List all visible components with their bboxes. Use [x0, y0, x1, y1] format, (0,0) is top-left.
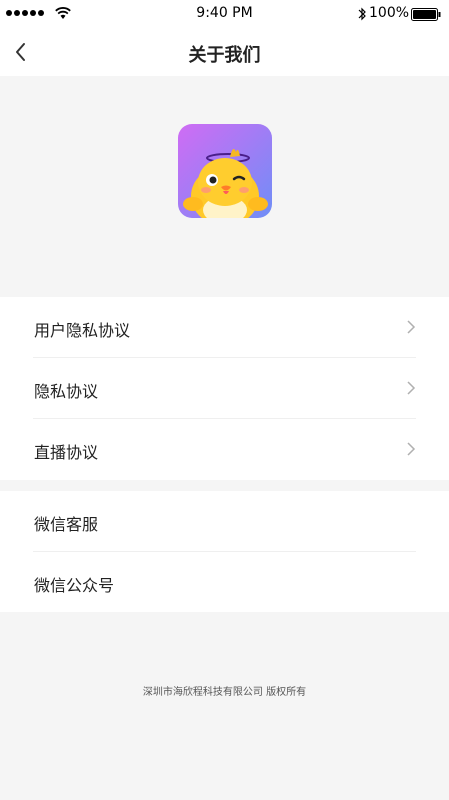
menu-item-label: 隐私协议 [34, 382, 99, 401]
logo-area [0, 76, 449, 297]
status-bar: 9:40 PM 100% [0, 0, 449, 28]
menu-item-label: 直播协议 [34, 443, 99, 462]
menu-item-label: 用户隐私协议 [34, 321, 131, 340]
menu-wechat-official-account[interactable]: 微信公众号 [33, 552, 416, 613]
menu-user-privacy-agreement[interactable]: 用户隐私协议 [33, 297, 416, 358]
battery-percent: 100% [369, 5, 410, 21]
page-title: 关于我们 [188, 45, 261, 66]
menu-wechat-service[interactable]: 微信客服 [33, 491, 416, 552]
menu-item-label: 微信公众号 [34, 576, 115, 595]
contact-group: 微信客服 微信公众号 [0, 491, 449, 612]
menu-privacy-agreement[interactable]: 隐私协议 [33, 358, 416, 419]
chevron-right-icon [407, 320, 416, 334]
chevron-right-icon [407, 381, 416, 395]
battery-icon [411, 8, 441, 21]
chevron-right-icon [407, 442, 416, 456]
app-logo-icon [178, 124, 272, 218]
bluetooth-icon [358, 7, 366, 21]
menu-item-label: 微信客服 [34, 515, 99, 534]
menu-live-agreement[interactable]: 直播协议 [33, 419, 416, 480]
nav-bar: 关于我们 [0, 28, 449, 76]
copyright-footer: 深圳市海欣程科技有限公司 版权所有 [142, 687, 307, 698]
agreements-group: 用户隐私协议 隐私协议 直播协议 [0, 297, 449, 480]
